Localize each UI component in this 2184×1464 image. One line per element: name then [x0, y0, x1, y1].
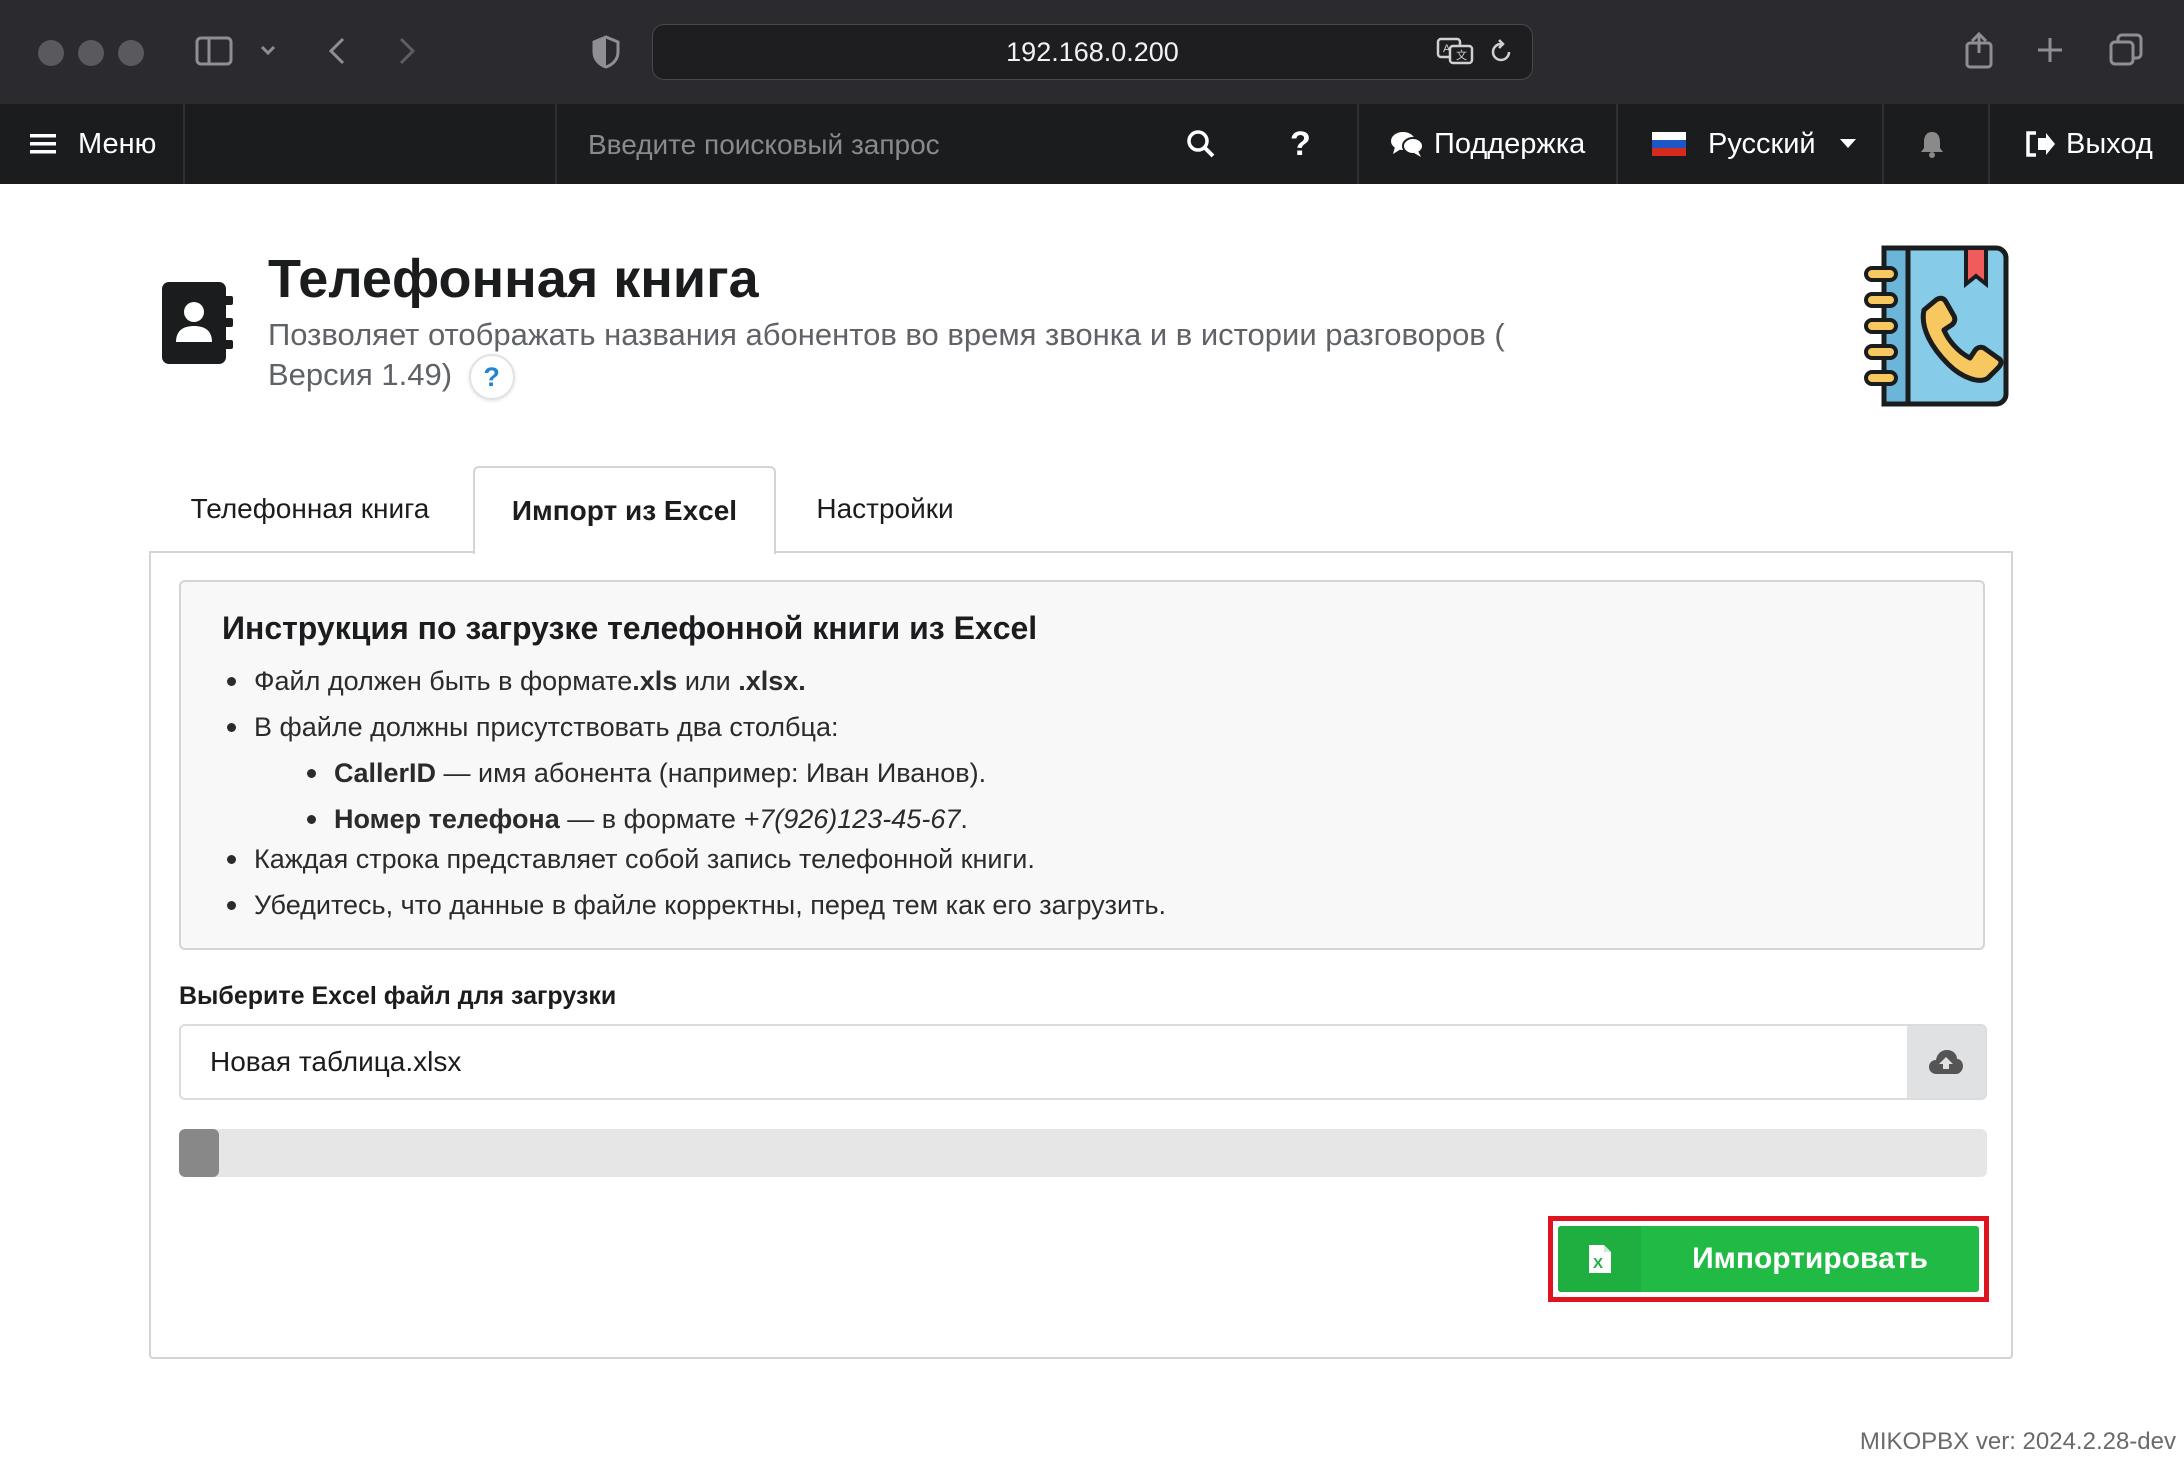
menu-label: Меню [78, 127, 157, 160]
import-button[interactable]: X Импортировать [1558, 1226, 1979, 1292]
logout-label: Выход [2066, 127, 2153, 160]
bullet [227, 677, 236, 686]
question-icon: ? [483, 362, 500, 392]
page-title: Телефонная книга [268, 249, 759, 309]
format-xls: .xls [632, 666, 678, 696]
file-field-label: Выберите Excel файл для загрузки [179, 982, 617, 1010]
bullet [307, 769, 316, 778]
caret-down-icon [1839, 139, 1856, 149]
bullet [227, 723, 236, 732]
svg-text:文: 文 [1456, 48, 1467, 62]
svg-text:X: X [1593, 1255, 1603, 1272]
instructions-box: Инструкция по загрузке телефонной книги … [179, 580, 1985, 950]
bell-icon[interactable] [1918, 104, 1946, 184]
bullet [307, 815, 316, 824]
upload-button[interactable] [1907, 1026, 1985, 1098]
column-name: Номер телефона [334, 804, 560, 834]
item-text: В файле должны присутствовать два столбц… [254, 712, 839, 742]
list-item: В файле должны присутствовать два столбц… [227, 712, 839, 743]
list-item: CallerID — имя абонента (например: Иван … [307, 758, 986, 789]
new-tab-icon[interactable] [2034, 34, 2066, 66]
phonebook-logo-icon [1862, 244, 2012, 408]
url-text: 192.168.0.200 [1006, 36, 1179, 67]
chevron-down-icon[interactable] [258, 40, 278, 60]
item-text: или [677, 666, 739, 696]
comments-icon [1390, 130, 1424, 158]
address-bar[interactable]: 192.168.0.200 A文 [652, 24, 1533, 80]
support-label: Поддержка [1434, 127, 1586, 160]
menu-divider [1988, 104, 1990, 184]
excel-file-icon: X [1558, 1226, 1641, 1292]
phone-format-example: +7(926)123-45-67 [743, 804, 961, 834]
menu-divider [1616, 104, 1618, 184]
menu-divider [183, 104, 185, 184]
bullet [227, 901, 236, 910]
list-item: Номер телефона — в формате +7(926)123-45… [307, 804, 968, 835]
minimize-window-button[interactable] [78, 40, 104, 66]
browser-toolbar: 192.168.0.200 A文 [0, 0, 2184, 105]
file-input[interactable]: Новая таблица.xlsx [179, 1024, 1987, 1100]
search-icon[interactable] [1186, 104, 1216, 184]
tab-label: Телефонная книга [190, 493, 430, 524]
language-label: Русский [1708, 127, 1816, 160]
instructions-title: Инструкция по загрузке телефонной книги … [222, 610, 1038, 646]
svg-text:A: A [1443, 43, 1451, 55]
cloud-upload-icon [1928, 1049, 1964, 1075]
item-text: . [960, 804, 968, 834]
support-link[interactable]: Поддержка [1390, 104, 1585, 184]
tab-label: Импорт из Excel [511, 495, 738, 526]
top-menu: Меню ? Поддержка Русский Выход [0, 104, 2184, 184]
tab-overview-icon[interactable] [2108, 32, 2144, 68]
help-label: ? [1290, 124, 1311, 163]
module-help-button[interactable]: ? [468, 354, 515, 400]
selected-file-name: Новая таблица.xlsx [210, 1046, 462, 1077]
menu-divider [1357, 104, 1359, 184]
column-name: CallerID [334, 758, 437, 788]
zoom-window-button[interactable] [118, 40, 144, 66]
bullet [227, 855, 236, 864]
subtitle-line2: Версия 1.49) [268, 357, 453, 393]
item-text: Убедитесь, что данные в файле корректны,… [254, 890, 1167, 920]
item-text: Файл должен быть в формате [254, 666, 633, 696]
back-icon[interactable] [322, 34, 352, 68]
share-icon[interactable] [1962, 30, 1996, 70]
import-label: Импортировать [1692, 1242, 1928, 1275]
upload-progress-bar [179, 1129, 1987, 1177]
list-item: Убедитесь, что данные в файле корректны,… [227, 890, 1166, 921]
list-item: Каждая строка представляет собой запись … [227, 844, 1035, 875]
menu-divider [1882, 104, 1884, 184]
help-button[interactable]: ? [1290, 104, 1311, 184]
language-dropdown[interactable]: Русский [1652, 104, 1856, 184]
reload-icon[interactable] [1488, 37, 1514, 72]
hamburger-icon [30, 133, 56, 155]
forward-icon[interactable] [392, 34, 422, 68]
tab-label: Настройки [816, 493, 954, 524]
address-book-icon [160, 280, 234, 366]
tab-phonebook[interactable]: Телефонная книга [160, 466, 460, 552]
item-text: Каждая строка представляет собой запись … [254, 844, 1035, 874]
tab-settings[interactable]: Настройки [790, 466, 980, 552]
menu-button[interactable]: Меню [30, 104, 156, 184]
page-subtitle: Позволяет отображать названия абонентов … [268, 316, 1568, 400]
import-button-highlight: X Импортировать [1548, 1216, 1989, 1302]
list-item: Файл должен быть в формате .xls или .xls… [227, 666, 806, 697]
shield-icon[interactable] [590, 34, 622, 70]
format-xlsx: .xlsx. [738, 666, 806, 696]
progress-fill [179, 1129, 219, 1177]
close-window-button[interactable] [38, 40, 64, 66]
sidebar-icon[interactable] [194, 34, 234, 68]
logout-button[interactable]: Выход [2024, 104, 2153, 184]
item-text: — в формате [559, 804, 744, 834]
version-footer: MIKOPBX ver: 2024.2.28-dev [1859, 1428, 2176, 1455]
item-text: — имя абонента (например: Иван Иванов). [436, 758, 987, 788]
translate-icon[interactable]: A文 [1436, 37, 1474, 72]
subtitle-line1: Позволяет отображать названия абонентов … [268, 317, 1505, 352]
search-input[interactable] [586, 124, 1130, 166]
russia-flag-icon [1652, 132, 1686, 156]
sign-out-icon [2024, 130, 2056, 158]
tab-import-excel[interactable]: Импорт из Excel [473, 466, 776, 554]
menu-divider [555, 104, 557, 184]
